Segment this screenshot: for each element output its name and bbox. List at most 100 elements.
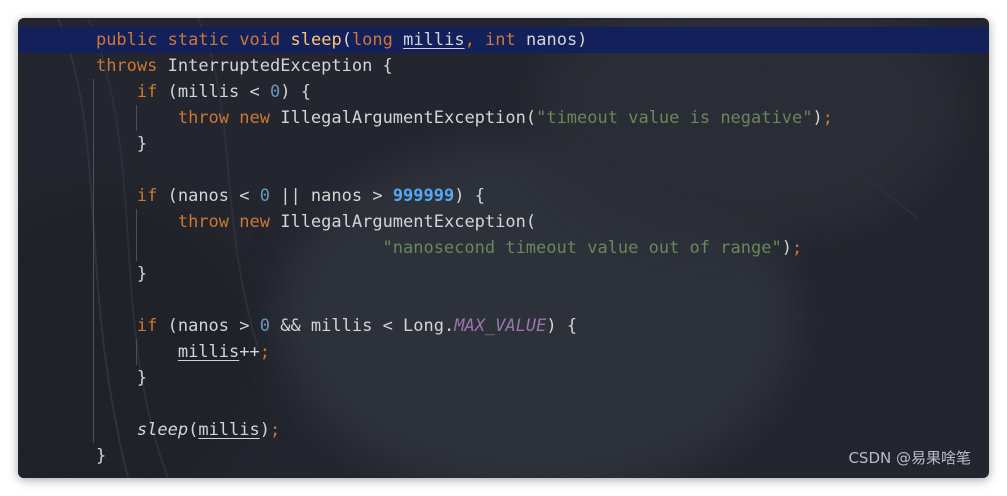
indent-guide: [93, 157, 94, 183]
indent-guide: [93, 131, 94, 157]
code-token: && millis < Long.: [269, 316, 455, 336]
code-token: static: [167, 30, 230, 50]
code-token: ;: [259, 342, 270, 362]
indent-guide: [93, 183, 94, 209]
code-token: MAX_VALUE: [454, 316, 547, 336]
code-line[interactable]: if (nanos < 0 || nanos > 999999) {: [18, 183, 989, 209]
indent-guide: [93, 79, 94, 105]
code-line[interactable]: millis++;: [18, 339, 989, 365]
code-token: 0: [269, 82, 281, 102]
code-token: IllegalArgumentException(: [269, 108, 537, 128]
indent-guide: [136, 209, 137, 235]
code-token: IllegalArgumentException(: [269, 212, 537, 232]
code-token: nanos): [515, 30, 588, 50]
code-token: sleep: [136, 420, 189, 440]
indent-guide: [93, 105, 94, 131]
indent-guide: [93, 365, 94, 391]
code-token: || nanos >: [269, 186, 393, 206]
code-token: if: [136, 82, 158, 102]
indent-guide: [93, 261, 94, 287]
code-line[interactable]: }: [18, 443, 989, 469]
code-line[interactable]: sleep(millis);: [18, 417, 989, 443]
code-area[interactable]: public static void sleep(long millis, in…: [18, 27, 989, 469]
code-token: 999999: [392, 186, 455, 206]
code-token: if: [136, 316, 158, 336]
code-token: int: [485, 30, 516, 50]
code-token: new: [239, 212, 270, 232]
code-token: (: [188, 420, 199, 440]
code-token: "timeout value is negative": [536, 108, 813, 128]
indent-guide: [93, 235, 94, 261]
code-token: if: [136, 186, 158, 206]
code-token: new: [239, 108, 270, 128]
code-token: ): [259, 420, 270, 440]
code-line[interactable]: [18, 157, 989, 183]
indent-guide: [136, 235, 137, 261]
code-token: "nanosecond timeout value out of range": [382, 238, 782, 258]
code-token: (: [341, 30, 352, 50]
code-token: millis: [177, 342, 240, 362]
code-line[interactable]: }: [18, 365, 989, 391]
indent-guide: [93, 417, 94, 443]
indent-guide: [93, 209, 94, 235]
code-line[interactable]: }: [18, 131, 989, 157]
code-token: ++: [239, 342, 260, 362]
code-token: ) {: [546, 316, 578, 336]
watermark: CSDN @易果啥笔: [848, 449, 971, 467]
code-editor[interactable]: public static void sleep(long millis, in…: [18, 18, 989, 478]
code-token: }: [55, 134, 148, 154]
code-line[interactable]: }: [18, 261, 989, 287]
code-token: (nanos <: [157, 186, 260, 206]
code-token: sleep: [290, 30, 342, 50]
code-token: ) {: [280, 82, 311, 102]
indent-guide: [93, 313, 94, 339]
code-line[interactable]: [18, 287, 989, 313]
code-token: ;: [791, 238, 803, 258]
code-token: (millis <: [157, 82, 270, 102]
code-token: 0: [259, 186, 270, 206]
code-token: void: [239, 30, 281, 50]
code-token: throw: [177, 108, 230, 128]
code-token: millis: [198, 420, 260, 440]
indent-guide: [93, 287, 94, 313]
code-token: }: [55, 368, 148, 388]
code-token: ): [812, 108, 823, 128]
code-line[interactable]: public static void sleep(long millis, in…: [18, 27, 989, 53]
code-line[interactable]: if (nanos > 0 && millis < Long.MAX_VALUE…: [18, 313, 989, 339]
indent-guide: [93, 391, 94, 417]
code-token: 0: [259, 316, 270, 336]
indent-guide: [136, 339, 137, 365]
code-token: (nanos >: [157, 316, 260, 336]
code-token: throws: [95, 56, 158, 76]
code-line[interactable]: if (millis < 0) {: [18, 79, 989, 105]
code-line[interactable]: throw new IllegalArgumentException(: [18, 209, 989, 235]
code-token: public: [95, 30, 158, 50]
code-line[interactable]: throws InterruptedException {: [18, 53, 989, 79]
code-token: millis: [403, 30, 465, 50]
code-line[interactable]: throw new IllegalArgumentException("time…: [18, 105, 989, 131]
code-token: ) {: [454, 186, 485, 206]
code-token: ): [781, 238, 792, 258]
code-token: ;: [822, 108, 833, 128]
code-token: InterruptedException {: [157, 56, 393, 76]
code-token: throw: [177, 212, 230, 232]
code-line[interactable]: [18, 391, 989, 417]
code-token: ;: [270, 420, 281, 440]
code-line[interactable]: "nanosecond timeout value out of range")…: [18, 235, 989, 261]
indent-guide: [93, 339, 94, 365]
indent-guide: [136, 105, 137, 131]
